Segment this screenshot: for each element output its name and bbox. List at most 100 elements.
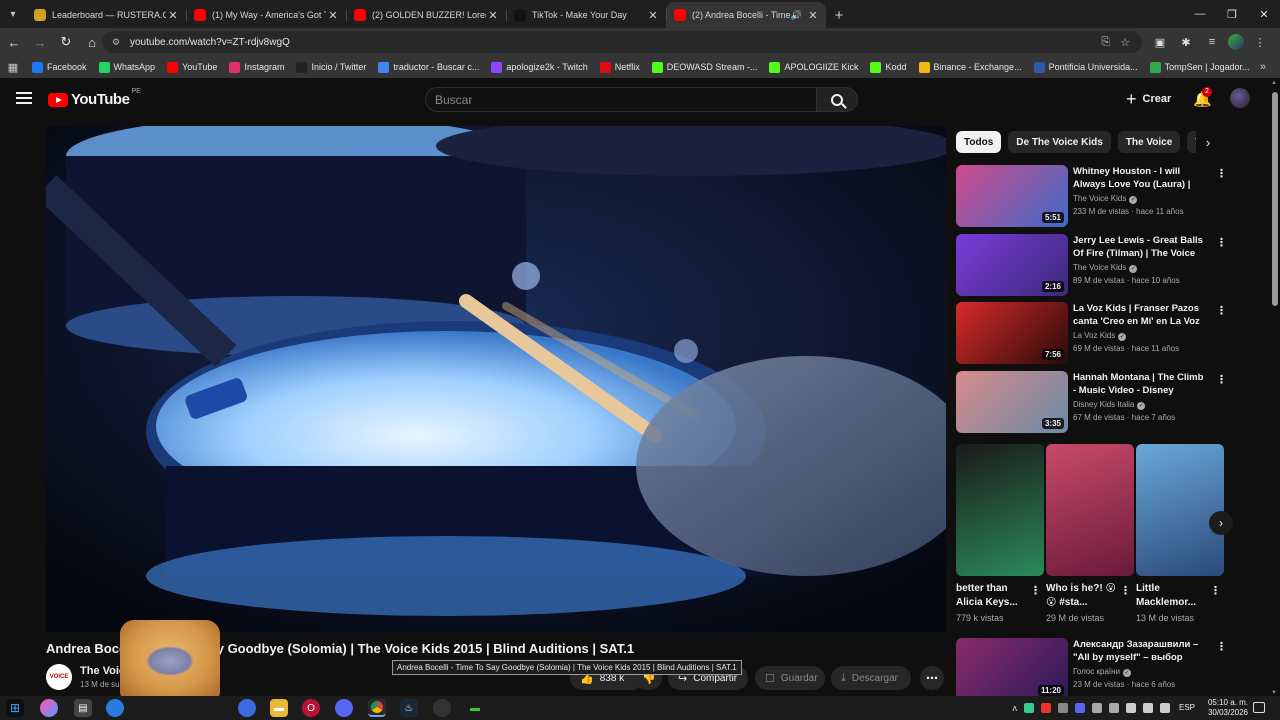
tab-close-icon[interactable]: ✕ bbox=[486, 9, 500, 22]
short-thumbnail[interactable] bbox=[1046, 444, 1134, 576]
bookmark-star-icon[interactable]: ☆ bbox=[1120, 36, 1130, 49]
browser-menu-icon[interactable]: ⋮ bbox=[1250, 32, 1270, 52]
recommendation-menu-icon[interactable]: ⋮ bbox=[1216, 304, 1227, 317]
more-actions-icon[interactable]: ⋯ bbox=[920, 666, 944, 690]
terminal-icon[interactable]: ▬ bbox=[466, 699, 484, 717]
forward-icon[interactable]: → bbox=[28, 30, 52, 54]
user-avatar[interactable] bbox=[1230, 88, 1250, 108]
network-icon[interactable] bbox=[1126, 703, 1136, 713]
recommendation-menu-icon[interactable]: ⋮ bbox=[1216, 640, 1227, 653]
install-app-icon[interactable]: ⎘ bbox=[1101, 36, 1110, 49]
shorts-next-icon[interactable]: › bbox=[1209, 511, 1233, 535]
recommendation-title[interactable]: Александр Зазарашвили – "All by myself" … bbox=[1073, 638, 1209, 664]
video-player[interactable] bbox=[46, 126, 946, 632]
tray-app-icon[interactable] bbox=[1092, 703, 1102, 713]
recommendation-thumbnail[interactable]: 5:51 bbox=[956, 165, 1068, 227]
scroll-up-icon[interactable]: ▲ bbox=[1271, 80, 1277, 86]
store-icon[interactable]: ▤ bbox=[74, 699, 92, 717]
notifications-bell-icon[interactable]: 🔔 2 bbox=[1193, 87, 1212, 108]
bookmark-item[interactable]: DEOWASD Stream -... bbox=[646, 61, 764, 73]
new-tab-button[interactable]: + bbox=[826, 2, 852, 28]
bookmark-item[interactable]: Netflix bbox=[594, 61, 646, 73]
bookmark-item[interactable]: apologize2k - Twitch bbox=[485, 61, 593, 73]
recommendation-thumbnail[interactable]: 2:16 bbox=[956, 234, 1068, 296]
filter-chip[interactable]: Todos bbox=[956, 131, 1002, 153]
app2-icon[interactable] bbox=[433, 699, 451, 717]
channel-avatar[interactable]: VOICE bbox=[46, 664, 72, 690]
bookmark-item[interactable]: WhatsApp bbox=[93, 61, 162, 73]
clock[interactable]: 05:10 a. m. 30/03/2026 bbox=[1194, 698, 1248, 718]
home-icon[interactable]: ⌂ bbox=[80, 30, 104, 54]
recommendation-thumbnail[interactable]: 11:20 bbox=[956, 638, 1068, 700]
bookmark-item[interactable]: Instagram bbox=[223, 61, 290, 73]
restore-icon[interactable]: ❐ bbox=[1216, 0, 1248, 28]
tab-close-icon[interactable]: ✕ bbox=[166, 9, 180, 22]
notification-center-icon[interactable] bbox=[1253, 702, 1265, 713]
page-scrollbar[interactable]: ▲ ▼ bbox=[1270, 78, 1280, 698]
volume-icon[interactable] bbox=[1160, 703, 1170, 713]
recommendation-menu-icon[interactable]: ⋮ bbox=[1216, 236, 1227, 249]
language-indicator[interactable]: ESP bbox=[1179, 703, 1195, 712]
tray-overflow-icon[interactable]: ʌ bbox=[1013, 703, 1018, 713]
copilot-icon[interactable] bbox=[40, 699, 58, 717]
short-title[interactable]: better than Alicia Keys... bbox=[956, 582, 1030, 610]
recommendation-title[interactable]: Hannah Montana | The Climb - Music Video… bbox=[1073, 371, 1209, 397]
channel-name[interactable]: The Voic bbox=[80, 665, 125, 677]
bookmark-item[interactable]: Inicio / Twitter bbox=[290, 61, 372, 73]
tab-close-icon[interactable]: ✕ bbox=[646, 9, 660, 22]
opera-icon[interactable]: O bbox=[302, 699, 320, 717]
chrome-icon[interactable] bbox=[368, 699, 386, 717]
tab-search-icon[interactable]: ▾ bbox=[0, 0, 26, 28]
bookmark-item[interactable]: Binance - Exchange... bbox=[913, 61, 1028, 73]
bookmark-item[interactable]: Kodd bbox=[864, 61, 912, 73]
short-menu-icon[interactable]: ⋮ bbox=[1210, 584, 1221, 597]
mic-icon[interactable] bbox=[1143, 703, 1153, 713]
bookmark-item[interactable]: APOLOGIIZE Kick bbox=[763, 61, 864, 73]
scrollbar-thumb[interactable] bbox=[1272, 92, 1278, 306]
browser-tab[interactable]: Leaderboard — RUSTERA.CO |✕ bbox=[26, 2, 186, 28]
short-menu-icon[interactable]: ⋮ bbox=[1120, 584, 1131, 597]
recommendation-item[interactable]: 5:51 Whitney Houston - I will Always Love… bbox=[956, 165, 1227, 227]
recommendation-menu-icon[interactable]: ⋮ bbox=[1216, 167, 1227, 180]
file-explorer-icon[interactable]: ▬ bbox=[270, 699, 288, 717]
start-windows-icon[interactable]: ⊞ bbox=[6, 699, 24, 717]
short-thumbnail[interactable] bbox=[1136, 444, 1224, 576]
tray-app-icon[interactable] bbox=[1041, 703, 1051, 713]
apps-grid-icon[interactable]: ▦ bbox=[0, 61, 26, 74]
short-title[interactable]: Little Macklemor... bbox=[1136, 582, 1210, 610]
hamburger-menu-icon[interactable] bbox=[16, 90, 32, 106]
browser-tab[interactable]: (1) My Way - America's Got Tale✕ bbox=[186, 2, 346, 28]
bookmark-item[interactable]: TompSen | Jogador... bbox=[1144, 61, 1256, 73]
recommendation-item[interactable]: 2:16 Jerry Lee Lewis - Great Balls Of Fir… bbox=[956, 234, 1227, 296]
bookmark-item[interactable]: YouTube bbox=[161, 61, 223, 73]
youtube-logo[interactable]: YouTube PE bbox=[48, 88, 141, 108]
bookmark-item[interactable]: Pontificia Universida... bbox=[1028, 61, 1144, 73]
search-button[interactable] bbox=[816, 87, 858, 112]
short-title[interactable]: Who is he?! 😮 😮 #sta... bbox=[1046, 582, 1120, 610]
recommendation-title[interactable]: La Voz Kids | Franser Pazos canta 'Creo … bbox=[1073, 302, 1209, 328]
reload-icon[interactable]: ↻ bbox=[54, 30, 78, 54]
tray-app-icon[interactable] bbox=[1075, 703, 1085, 713]
create-button[interactable]: + Crear bbox=[1126, 88, 1171, 110]
url-bar[interactable]: ⚙ youtube.com/watch?v=ZT-rdjv8wgQ ⎘ ☆ bbox=[102, 31, 1142, 53]
download-button[interactable]: ⤓ Descargar bbox=[831, 666, 911, 690]
bookmark-item[interactable]: traductor - Buscar c... bbox=[372, 61, 485, 73]
recommendation-thumbnail[interactable]: 3:35 bbox=[956, 371, 1068, 433]
short-thumbnail[interactable] bbox=[956, 444, 1044, 576]
puzzle-icon[interactable]: ✱ bbox=[1176, 32, 1196, 52]
app-icon[interactable] bbox=[238, 699, 256, 717]
short-menu-icon[interactable]: ⋮ bbox=[1030, 584, 1041, 597]
close-window-icon[interactable]: ✕ bbox=[1248, 0, 1280, 28]
recommendation-item[interactable]: 11:20 Александр Зазарашвили – "All by my… bbox=[956, 638, 1227, 700]
bookmarks-overflow-icon[interactable]: » bbox=[1260, 61, 1266, 73]
back-icon[interactable]: ← bbox=[2, 30, 26, 54]
recommendation-menu-icon[interactable]: ⋮ bbox=[1216, 373, 1227, 386]
save-button[interactable]: ☐ Guardar bbox=[755, 666, 825, 690]
recommendation-title[interactable]: Jerry Lee Lewis - Great Balls Of Fire (T… bbox=[1073, 234, 1209, 260]
recommendation-item[interactable]: 7:56 La Voz Kids | Franser Pazos canta 'C… bbox=[956, 302, 1227, 364]
tray-app-icon[interactable] bbox=[1058, 703, 1068, 713]
tab-close-icon[interactable]: ✕ bbox=[326, 9, 340, 22]
filter-chip[interactable]: The Voice bbox=[1117, 131, 1181, 153]
tray-app-icon[interactable] bbox=[1109, 703, 1119, 713]
recommendation-thumbnail[interactable]: 7:56 bbox=[956, 302, 1068, 364]
